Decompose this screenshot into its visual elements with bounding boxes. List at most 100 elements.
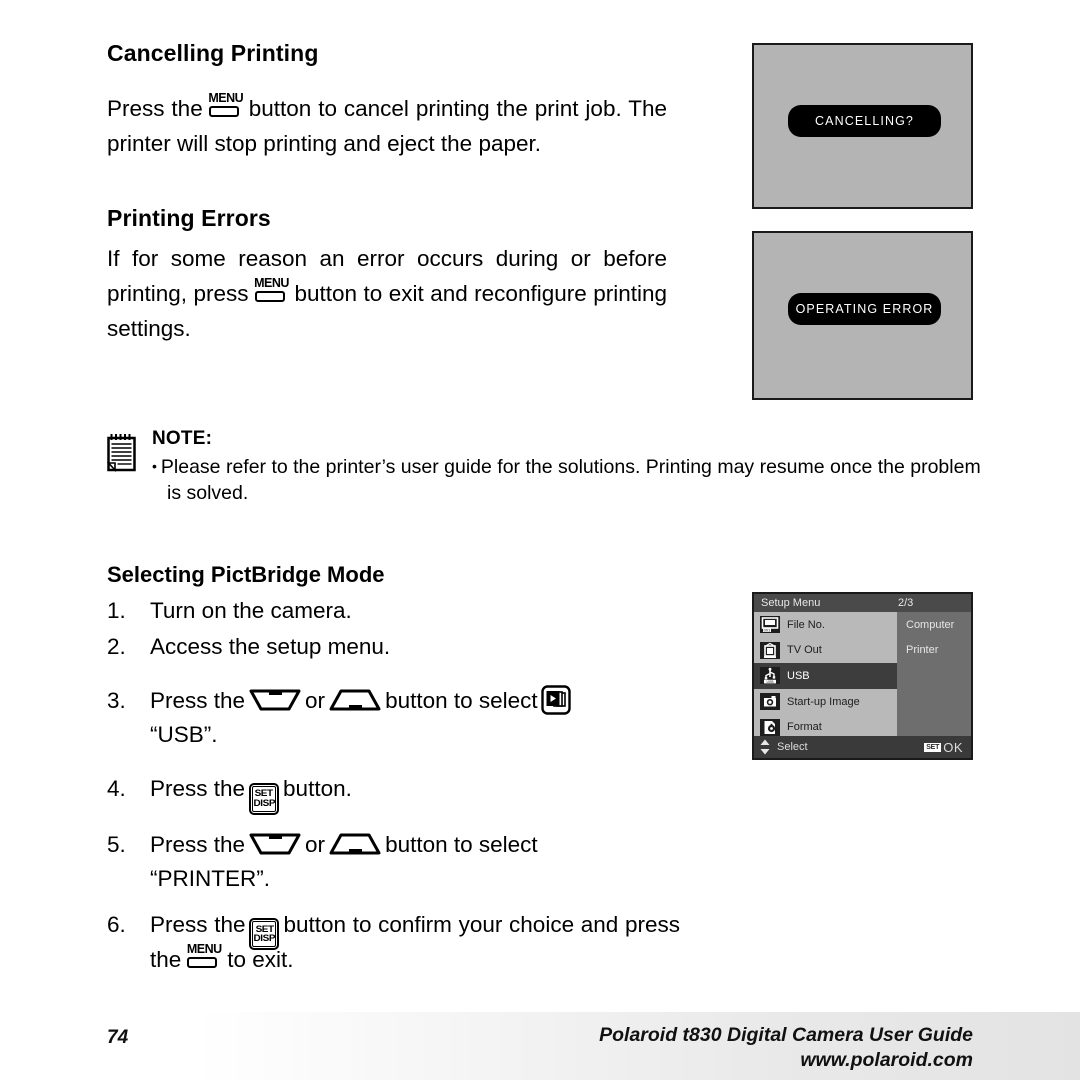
step-number: 4.	[107, 776, 126, 801]
usb-icon: USB	[760, 667, 780, 685]
setup-menu-item-label: File No.	[787, 618, 825, 631]
down-button-icon	[249, 832, 301, 856]
setup-menu-page-indicator: 2/3	[898, 597, 914, 609]
notepad-icon	[106, 433, 136, 473]
step-continuation: “USB”.	[150, 722, 218, 747]
setup-menu-titlebar: Setup Menu 2/3	[754, 594, 971, 612]
startup-image-icon	[760, 693, 780, 711]
menu-button-icon-label: MENU	[186, 942, 222, 956]
lcd-message-text: CANCELLING?	[815, 114, 914, 128]
setup-menu-item-label: USB	[787, 669, 810, 682]
note-title: NOTE:	[152, 428, 213, 449]
down-button-icon	[249, 688, 301, 712]
lcd-screen-setup-menu: Setup Menu 2/3 001 File No. TV Out USB U…	[752, 592, 973, 760]
list-item: 6. Press the SET DISP button to confirm your…	[107, 908, 680, 978]
list-item: 5. Press the or button to select	[107, 828, 680, 862]
setup-menu-title: Setup Menu	[761, 597, 821, 609]
footer-page-number: 74	[107, 1027, 129, 1048]
menu-button-icon-body	[254, 291, 285, 302]
setup-menu-option-computer[interactable]: Computer	[897, 612, 971, 638]
setup-menu-item-file-no[interactable]: 001 File No.	[754, 612, 897, 638]
step-text-pre: Press the	[150, 688, 246, 713]
content-column: Cancelling Printing Press the MENU button …	[107, 40, 667, 346]
note-text-content: Please refer to the printer’s user guide…	[160, 456, 981, 504]
footer-guide-title: Polaroid t830 Digital Camera User Guide	[599, 1024, 973, 1046]
menu-button-icon: MENU	[252, 276, 292, 304]
playback-mode-icon	[540, 685, 571, 715]
note-bullet-icon: •	[152, 458, 157, 474]
footer-website: www.polaroid.com	[800, 1049, 973, 1071]
step-number: 1.	[107, 598, 126, 623]
document-page: Cancelling Printing Press the MENU button …	[0, 0, 1080, 1080]
setup-menu-option-list: Computer Printer	[897, 612, 971, 740]
setup-menu-select-label: Select	[777, 741, 808, 753]
step-text-mid: or	[305, 831, 326, 857]
setup-menu-item-label: Format	[787, 721, 822, 734]
setup-menu-bottombar: Select SET OK	[754, 736, 971, 758]
note-block: NOTE: • Please refer to the printer’s use…	[106, 428, 987, 506]
setup-menu-item-label: Start-up Image	[787, 695, 860, 708]
step-text-pre: Press the	[150, 911, 246, 937]
set-disp-button-icon: SET DISP	[249, 782, 280, 815]
format-icon	[760, 718, 780, 736]
setup-menu-ok-label: OK	[943, 739, 963, 755]
list-item: 4. Press the SET DISP button.	[107, 772, 667, 815]
file-number-icon: 001	[760, 616, 780, 634]
paragraph-printing-errors: If for some reason an error occurs durin…	[107, 241, 667, 346]
setup-menu-item-label: TV Out	[787, 644, 822, 657]
disp-label: DISP	[253, 933, 276, 944]
menu-button-icon: MENU	[206, 91, 246, 119]
setup-menu-ok-hint: SET OK	[924, 740, 963, 755]
step-number: 5.	[107, 831, 126, 857]
setup-menu-item-list: 001 File No. TV Out USB USB Start-up Ima…	[754, 612, 897, 740]
note-text: • Please refer to the printer’s user guid…	[152, 453, 987, 506]
lcd-message-box: CANCELLING?	[788, 105, 941, 137]
list-item: 2. Access the setup menu.	[107, 630, 667, 664]
cancelling-text-before: Press the	[107, 96, 203, 121]
menu-button-icon-label: MENU	[254, 276, 289, 290]
svg-text:USB: USB	[767, 680, 775, 684]
heading-printing-errors: Printing Errors	[107, 205, 271, 231]
step-continuation: “PRINTER”.	[150, 865, 270, 891]
setup-menu-option-printer[interactable]: Printer	[897, 638, 971, 664]
up-button-icon	[329, 688, 381, 712]
heading-selecting-pictbridge-mode: Selecting PictBridge Mode	[107, 562, 385, 587]
up-down-arrow-icon	[759, 739, 771, 755]
menu-button-icon-label: MENU	[208, 91, 244, 105]
tv-out-icon	[760, 641, 780, 659]
setup-menu-item-startup-image[interactable]: Start-up Image	[754, 689, 897, 715]
set-badge-icon: SET	[924, 742, 942, 752]
step-text-mid: or	[305, 688, 326, 713]
svg-text:001: 001	[764, 628, 771, 633]
lcd-screen-operating-error: OPERATING ERROR	[752, 231, 973, 400]
step-text-post: button.	[283, 776, 352, 801]
page-footer: 74 Polaroid t830 Digital Camera User Gui…	[0, 1012, 1080, 1080]
menu-button-icon-body	[208, 106, 239, 117]
step-text-pre: Press the	[150, 831, 246, 857]
setup-menu-option-label: Computer	[906, 618, 955, 631]
setup-menu-item-usb[interactable]: USB USB	[754, 663, 897, 689]
list-item: 3. Press the or button to select	[107, 684, 667, 718]
lcd-message-box: OPERATING ERROR	[788, 293, 941, 325]
step-number: 3.	[107, 688, 126, 713]
set-disp-button-icon: SET DISP	[249, 918, 280, 950]
disp-label: DISP	[253, 797, 275, 809]
step-text: Turn on the camera.	[150, 598, 352, 623]
step-text: Access the setup menu.	[150, 634, 391, 659]
step-number: 6.	[107, 911, 126, 937]
note-body: NOTE: • Please refer to the printer’s use…	[152, 428, 987, 506]
paragraph-cancelling-printing: Press the MENU button to cancel printing t…	[107, 91, 667, 161]
up-button-icon	[329, 832, 381, 856]
setup-menu-option-label: Printer	[906, 644, 939, 657]
lcd-screen-cancelling: CANCELLING?	[752, 43, 973, 209]
heading-cancelling-printing: Cancelling Printing	[107, 40, 319, 66]
step-text-post: button to select	[385, 688, 538, 713]
footer-branding: Polaroid t830 Digital Camera User Guide …	[599, 1023, 973, 1073]
step-text-pre: Press the	[150, 776, 246, 801]
menu-button-icon-body	[187, 957, 218, 968]
step-text-post: button to select	[385, 831, 538, 857]
step-number: 2.	[107, 634, 126, 659]
setup-menu-item-tv-out[interactable]: TV Out	[754, 638, 897, 664]
menu-button-icon: MENU	[184, 942, 224, 970]
pictbridge-block: Selecting PictBridge Mode 1. Turn on the …	[107, 562, 680, 977]
